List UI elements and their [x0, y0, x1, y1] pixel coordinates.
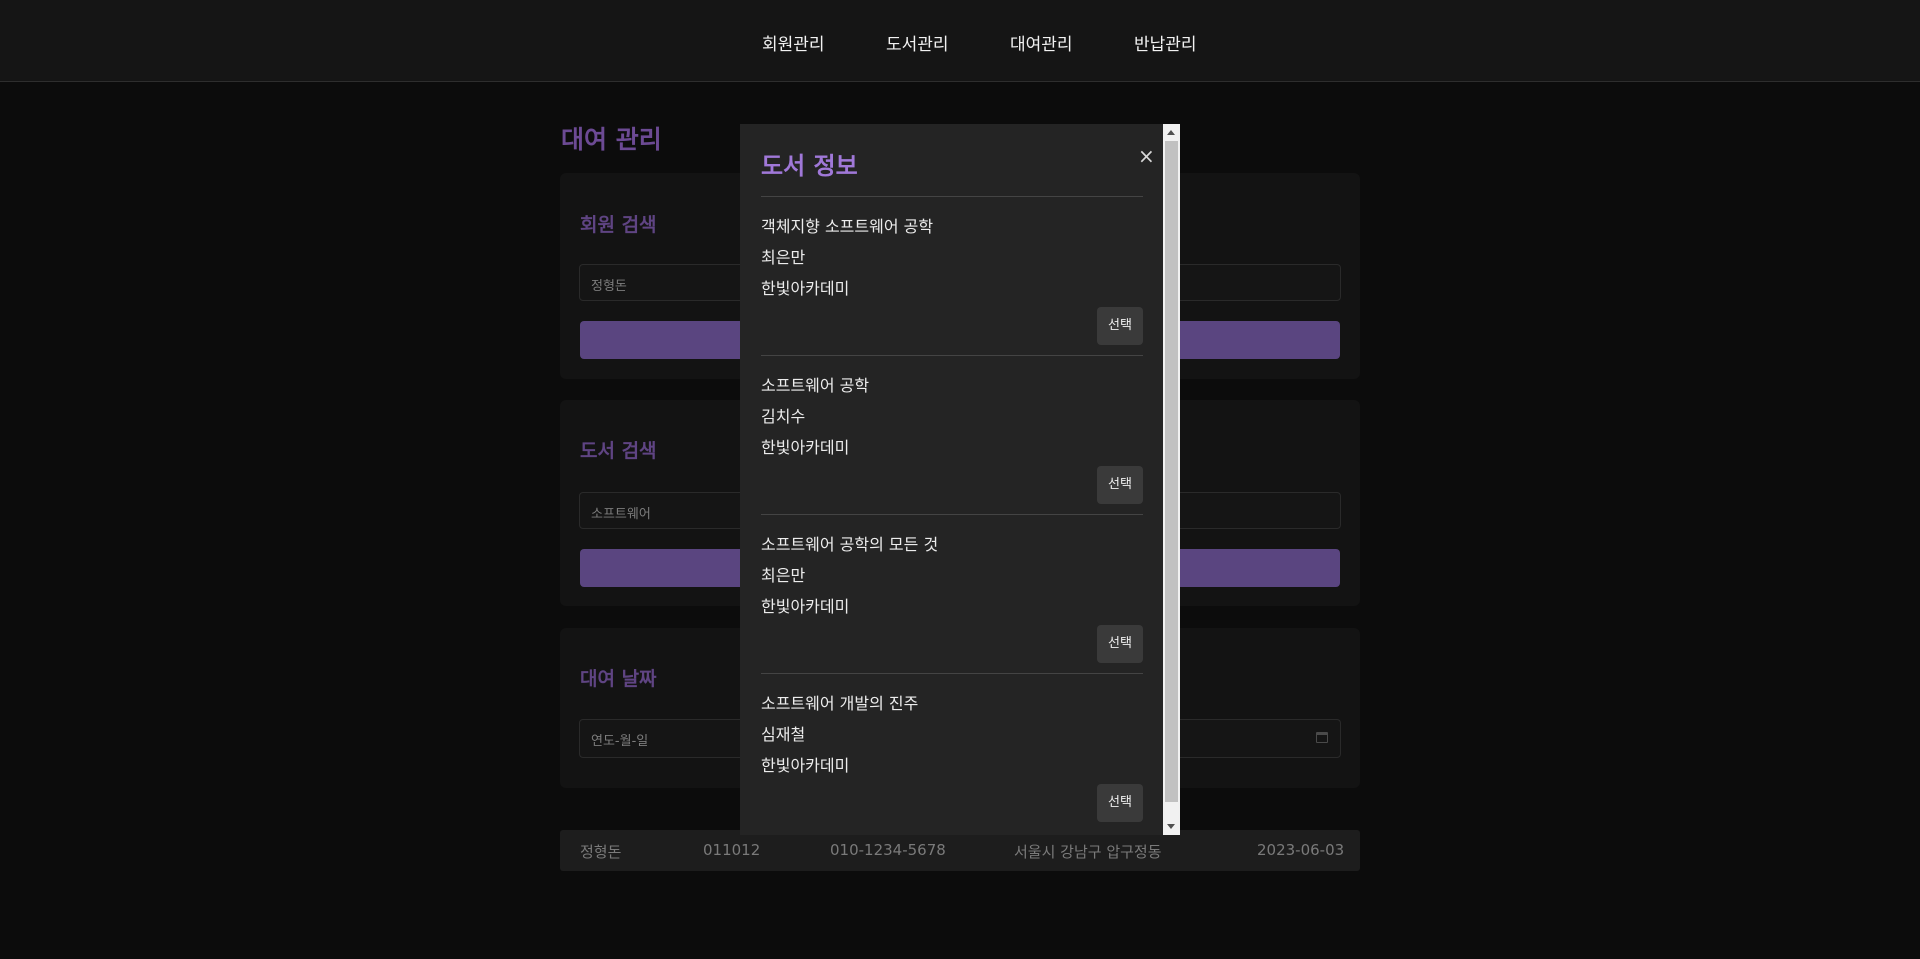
close-icon[interactable]: ×	[1138, 144, 1155, 168]
book-info-modal: 도서 정보 × 객체지향 소프트웨어 공학 최은만 한빛아카데미 선택 소프트웨…	[740, 124, 1180, 835]
book-item: 소프트웨어 공학 김치수 한빛아카데미 선택	[761, 356, 1143, 515]
scroll-down-arrow-icon[interactable]	[1167, 824, 1175, 829]
book-item: 객체지향 소프트웨어 공학 최은만 한빛아카데미 선택	[761, 197, 1143, 356]
select-button[interactable]: 선택	[1097, 307, 1143, 345]
book-title: 객체지향 소프트웨어 공학	[761, 217, 934, 236]
book-title: 소프트웨어 개발의 진주	[761, 694, 919, 713]
book-publisher: 한빛아카데미	[761, 279, 850, 298]
modal-title: 도서 정보	[761, 152, 858, 180]
summary-id: 011012	[703, 841, 761, 859]
summary-name: 정형돈	[580, 843, 622, 861]
rental-summary-row: 정형돈 011012 010-1234-5678 서울시 강남구 압구정동 20…	[560, 830, 1360, 871]
scroll-up-arrow-icon[interactable]	[1167, 130, 1175, 135]
book-publisher: 한빛아카데미	[761, 438, 850, 457]
book-title: 소프트웨어 공학의 모든 것	[761, 535, 939, 554]
nav-return-management[interactable]: 반납관리	[1134, 30, 1197, 55]
nav-rental-management[interactable]: 대여관리	[1010, 30, 1073, 55]
nav-member-management[interactable]: 회원관리	[762, 30, 825, 55]
book-item: 소프트웨어 공학의 모든 것 최은만 한빛아카데미 선택	[761, 515, 1143, 674]
book-author: 심재철	[761, 725, 806, 744]
calendar-icon[interactable]	[1316, 732, 1328, 743]
book-author: 최은만	[761, 566, 806, 585]
select-button[interactable]: 선택	[1097, 625, 1143, 663]
scroll-thumb[interactable]	[1165, 141, 1178, 802]
book-author: 김치수	[761, 407, 806, 426]
book-item: 소프트웨어 개발의 진주 심재철 한빛아카데미 선택	[761, 674, 1143, 833]
modal-scrollbar[interactable]	[1163, 124, 1180, 835]
book-author: 최은만	[761, 248, 806, 267]
select-button[interactable]: 선택	[1097, 466, 1143, 504]
select-button[interactable]: 선택	[1097, 784, 1143, 822]
book-publisher: 한빛아카데미	[761, 756, 850, 775]
member-search-title: 회원 검색	[580, 214, 657, 236]
top-navigation: 회원관리 도서관리 대여관리 반납관리	[0, 0, 1920, 82]
rental-date-placeholder: 연도-월-일	[591, 734, 649, 749]
book-search-title: 도서 검색	[580, 440, 657, 462]
summary-phone: 010-1234-5678	[830, 841, 946, 859]
nav-book-management[interactable]: 도서관리	[886, 30, 949, 55]
book-publisher: 한빛아카데미	[761, 597, 850, 616]
rental-date-title: 대여 날짜	[580, 668, 657, 690]
book-title: 소프트웨어 공학	[761, 376, 870, 395]
page-title: 대여 관리	[561, 125, 662, 154]
summary-date: 2023-06-03	[1257, 841, 1345, 859]
summary-address: 서울시 강남구 압구정동	[1014, 843, 1162, 861]
